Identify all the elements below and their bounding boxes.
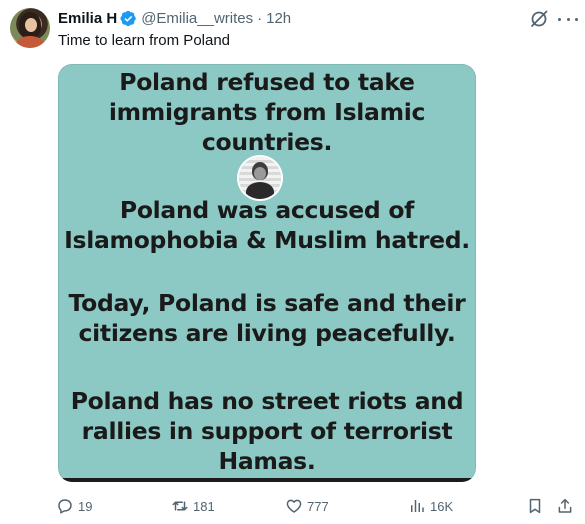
header-separator: ·	[257, 9, 263, 27]
share-button[interactable]	[556, 495, 578, 517]
heart-icon	[286, 499, 302, 513]
image-text-line: Hamas.	[218, 447, 316, 475]
author-name[interactable]: Emilia H	[58, 10, 117, 27]
image-text-line: Poland refused to take	[119, 68, 415, 96]
image-text-line: countries.	[201, 128, 333, 156]
tweet-actions: 19 181 777 16K	[56, 495, 576, 517]
verified-badge-icon	[120, 10, 136, 26]
image-text-line: Poland has no street riots and	[70, 387, 464, 415]
tweet-timestamp[interactable]: 12h	[266, 10, 291, 27]
views-icon	[411, 500, 424, 512]
repost-count: 181	[193, 498, 215, 514]
avatar[interactable]	[10, 8, 50, 48]
repost-icon	[172, 501, 188, 511]
image-bottom-edge	[58, 478, 476, 482]
tweet-text: Time to learn from Poland	[58, 32, 231, 49]
more-icon[interactable]	[558, 11, 578, 27]
reply-icon	[58, 499, 72, 514]
author-handle[interactable]: @Emilia__writes	[141, 10, 253, 27]
image-text-line: Islamophobia & Muslim hatred.	[64, 226, 470, 254]
repost-button[interactable]: 181	[171, 495, 215, 517]
image-text-paragraph: Today, Poland is safe and their citizens…	[58, 288, 476, 348]
tweet-header: Emilia H @Emilia__writes · 12h	[58, 8, 291, 28]
bookmark-icon	[529, 498, 541, 514]
grok-icon[interactable]	[529, 9, 549, 29]
like-button[interactable]: 777	[285, 495, 329, 517]
like-count: 777	[307, 498, 329, 514]
image-text-line: immigrants from Islamic	[108, 98, 426, 126]
views-count: 16K	[430, 498, 454, 514]
image-text-paragraph: Poland was accused of Islamophobia & Mus…	[58, 195, 476, 255]
image-text-line: rallies in support of terrorist	[81, 417, 453, 445]
image-text-line: Poland was accused of	[119, 196, 415, 224]
tweet-image[interactable]: Poland refused to take immigrants from I…	[58, 64, 476, 482]
share-icon	[558, 498, 572, 513]
image-text-paragraph: Poland refused to take immigrants from I…	[58, 67, 476, 157]
reply-count: 19	[78, 498, 93, 514]
portrait-sticker	[239, 157, 281, 199]
image-text-line: citizens are living peacefully.	[78, 319, 456, 347]
tweet: Emilia H @Emilia__writes · 12h Time to l…	[0, 0, 585, 524]
reply-button[interactable]: 19	[56, 495, 92, 517]
views-button[interactable]: 16K	[408, 495, 453, 517]
image-text-line: Today, Poland is safe and their	[68, 289, 466, 317]
bookmark-button[interactable]	[526, 495, 548, 517]
image-text-paragraph: Poland has no street riots and rallies i…	[58, 386, 476, 476]
